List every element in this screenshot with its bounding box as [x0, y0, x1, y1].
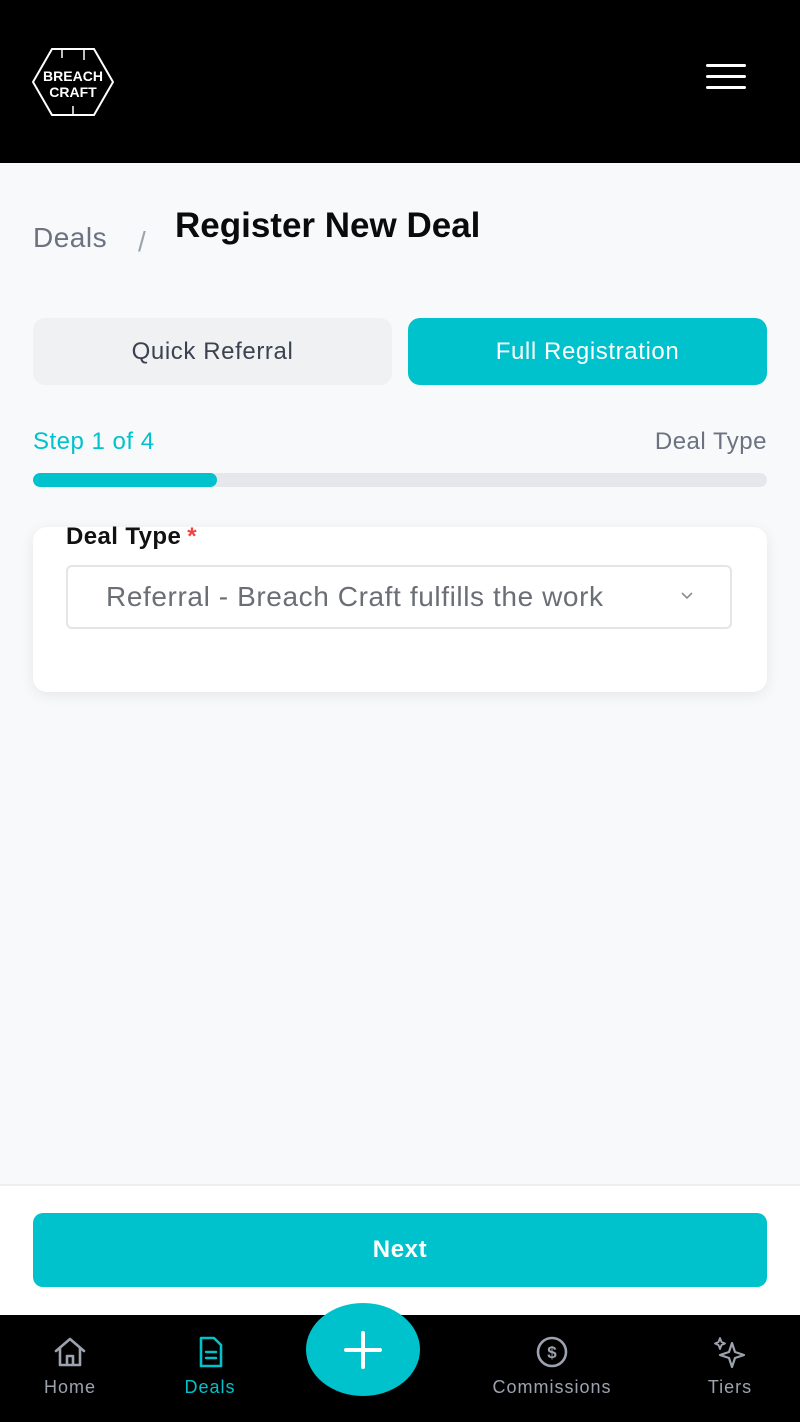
breach-craft-logo[interactable]: BREACH CRAFT — [32, 48, 114, 116]
logo-text-line2: CRAFT — [49, 84, 97, 100]
deal-type-label: Deal Type * — [66, 523, 197, 550]
deal-type-select[interactable]: Referral - Breach Craft fulfills the wor… — [66, 565, 732, 629]
nav-item-commissions[interactable]: $ Commissions — [482, 1315, 622, 1422]
add-deal-fab[interactable] — [306, 1303, 420, 1396]
nav-label-home: Home — [43, 1377, 96, 1397]
page-title: Register New Deal — [175, 206, 481, 245]
breadcrumb-separator: / — [138, 226, 146, 257]
plus-icon — [344, 1330, 382, 1369]
step-name: Deal Type — [654, 428, 767, 455]
breadcrumb-deals-link[interactable]: Deals — [33, 222, 107, 254]
deal-type-card: Deal Type * Referral - Breach Craft fulfi… — [33, 523, 767, 692]
step-counter: Step 1 of 4 — [33, 428, 155, 455]
nav-item-tiers[interactable]: Tiers — [680, 1315, 780, 1422]
chevron-down-icon — [681, 592, 693, 600]
tab-full-registration[interactable]: Full Registration — [408, 318, 767, 385]
nav-item-home[interactable]: Home — [20, 1315, 120, 1422]
svg-text:$: $ — [547, 1343, 557, 1362]
step-progress-bar — [33, 473, 767, 487]
nav-item-deals[interactable]: Deals — [160, 1315, 260, 1422]
sparkles-icon — [714, 1337, 746, 1369]
nav-label-tiers: Tiers — [707, 1377, 753, 1397]
required-mark: * — [187, 523, 197, 550]
next-button[interactable]: Next — [33, 1213, 767, 1287]
app-header: BREACH CRAFT — [0, 0, 800, 163]
dollar-circle-icon: $ — [536, 1336, 568, 1368]
nav-label-commissions: Commissions — [492, 1377, 612, 1397]
document-icon — [199, 1336, 223, 1368]
home-icon — [54, 1337, 86, 1367]
hamburger-menu-icon[interactable] — [706, 64, 746, 92]
logo-text-line1: BREACH — [43, 68, 103, 84]
deal-type-select-value: Referral - Breach Craft fulfills the wor… — [106, 581, 604, 612]
step-progress-fill — [33, 473, 217, 487]
nav-label-deals: Deals — [184, 1377, 236, 1397]
tab-quick-referral[interactable]: Quick Referral — [33, 318, 392, 385]
